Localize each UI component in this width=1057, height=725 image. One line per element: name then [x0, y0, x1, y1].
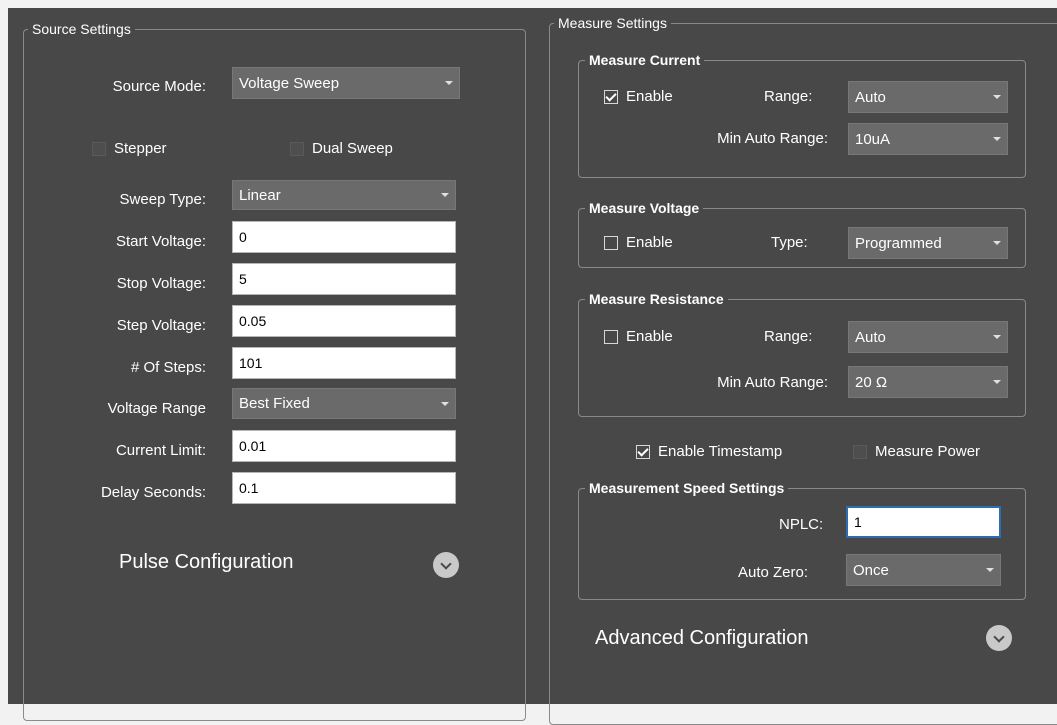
checkbox-box	[636, 444, 650, 459]
measure-power-checkbox[interactable]: Measure Power	[853, 443, 980, 460]
voltage-range-label: Voltage Range	[107, 400, 206, 417]
measure-voltage-type-dropdown[interactable]: Programmed	[848, 227, 1008, 259]
sweep-type-dropdown[interactable]: Linear	[232, 180, 456, 210]
voltage-range-dropdown[interactable]: Best Fixed	[232, 388, 456, 419]
source-mode-value: Voltage Sweep	[239, 74, 340, 92]
dropdown-caret-icon	[441, 401, 449, 406]
measure-current-range-value: Auto	[855, 88, 886, 106]
measure-resistance-group: Measure Resistance	[578, 291, 1026, 417]
dual-sweep-label: Dual Sweep	[312, 140, 393, 157]
auto-zero-dropdown[interactable]: Once	[846, 554, 1001, 586]
enable-timestamp-label: Enable Timestamp	[658, 443, 783, 460]
checkbox-box	[853, 444, 867, 459]
measure-resistance-title: Measure Resistance	[585, 291, 728, 307]
delay-seconds-input[interactable]: 0.1	[232, 472, 456, 504]
dropdown-caret-icon	[993, 380, 1001, 384]
nplc-input[interactable]: 1	[846, 506, 1001, 538]
measure-current-min-auto-range-label: Min Auto Range:	[717, 130, 828, 147]
stop-voltage-input[interactable]: 5	[232, 263, 456, 295]
checkbox-box	[290, 141, 304, 156]
measure-current-min-auto-range-value: 10uA	[855, 130, 891, 148]
measure-voltage-enable-label: Enable	[626, 234, 673, 251]
measure-current-title: Measure Current	[585, 52, 705, 68]
measure-current-min-auto-range-dropdown[interactable]: 10uA	[848, 123, 1008, 155]
nplc-label: NPLC:	[779, 516, 824, 533]
dual-sweep-checkbox[interactable]: Dual Sweep	[290, 140, 393, 157]
measure-voltage-type-label: Type:	[771, 234, 808, 251]
dropdown-caret-icon	[986, 568, 994, 572]
current-limit-label: Current Limit:	[115, 442, 206, 459]
step-voltage-input[interactable]: 0.05	[232, 305, 456, 337]
measure-current-enable-label: Enable	[626, 88, 673, 105]
measure-current-range-label: Range:	[764, 88, 813, 105]
pulse-configuration-title: Pulse Configuration	[119, 551, 294, 573]
measure-resistance-range-label: Range:	[764, 328, 813, 345]
measure-power-label: Measure Power	[875, 443, 981, 460]
source-mode-dropdown[interactable]: Voltage Sweep	[232, 67, 460, 99]
measure-current-enable-checkbox[interactable]: Enable	[604, 88, 673, 105]
chevron-down-icon	[993, 630, 1005, 643]
app-window: Source Settings Source Mode: Voltage Swe…	[8, 8, 1057, 725]
chevron-down-icon	[440, 557, 452, 570]
measure-resistance-enable-checkbox[interactable]: Enable	[604, 328, 673, 345]
checkbox-box	[604, 235, 618, 250]
measure-current-range-dropdown[interactable]: Auto	[848, 81, 1008, 113]
delay-seconds-label: Delay Seconds:	[100, 484, 206, 501]
measure-current-group: Measure Current	[578, 52, 1026, 178]
dropdown-caret-icon	[993, 95, 1001, 99]
dropdown-caret-icon	[993, 335, 1001, 339]
dropdown-caret-icon	[993, 137, 1001, 141]
measure-resistance-min-auto-range-value: 20 Ω	[855, 373, 888, 391]
advanced-configuration-title: Advanced Configuration	[595, 627, 809, 649]
dropdown-caret-icon	[445, 81, 453, 85]
measure-voltage-enable-checkbox[interactable]: Enable	[604, 234, 673, 251]
measure-resistance-enable-label: Enable	[626, 328, 673, 345]
measure-resistance-min-auto-range-label: Min Auto Range:	[717, 374, 828, 391]
enable-timestamp-checkbox[interactable]: Enable Timestamp	[636, 443, 782, 460]
measure-voltage-type-value: Programmed	[855, 234, 942, 252]
sweep-type-label: Sweep Type:	[119, 191, 206, 208]
measure-settings-title: Measure Settings	[554, 15, 671, 31]
checkbox-box	[92, 141, 106, 156]
advanced-configuration-expand-button[interactable]	[986, 625, 1012, 651]
dropdown-caret-icon	[441, 193, 449, 197]
num-steps-input[interactable]: 101	[232, 347, 456, 379]
step-voltage-label: Step Voltage:	[116, 317, 206, 334]
start-voltage-label: Start Voltage:	[115, 233, 206, 250]
dropdown-caret-icon	[993, 241, 1001, 245]
source-mode-label: Source Mode:	[112, 78, 206, 95]
stepper-label: Stepper	[114, 140, 167, 157]
stop-voltage-label: Stop Voltage:	[116, 275, 206, 292]
sweep-type-value: Linear	[239, 186, 281, 204]
start-voltage-input[interactable]: 0	[232, 221, 456, 253]
measure-resistance-range-dropdown[interactable]: Auto	[848, 321, 1008, 353]
measure-voltage-title: Measure Voltage	[585, 200, 704, 216]
auto-zero-value: Once	[853, 561, 889, 579]
measure-resistance-min-auto-range-dropdown[interactable]: 20 Ω	[848, 366, 1008, 398]
measure-resistance-range-value: Auto	[855, 328, 886, 346]
measurement-speed-title: Measurement Speed Settings	[585, 480, 789, 496]
auto-zero-label: Auto Zero:	[738, 564, 809, 581]
stepper-checkbox[interactable]: Stepper	[92, 140, 167, 157]
checkbox-box	[604, 89, 618, 104]
current-limit-input[interactable]: 0.01	[232, 430, 456, 462]
num-steps-label: # Of Steps:	[130, 359, 206, 376]
source-settings-title: Source Settings	[28, 21, 135, 37]
voltage-range-value: Best Fixed	[239, 395, 310, 412]
pulse-configuration-expand-button[interactable]	[433, 552, 459, 578]
checkbox-box	[604, 329, 618, 344]
